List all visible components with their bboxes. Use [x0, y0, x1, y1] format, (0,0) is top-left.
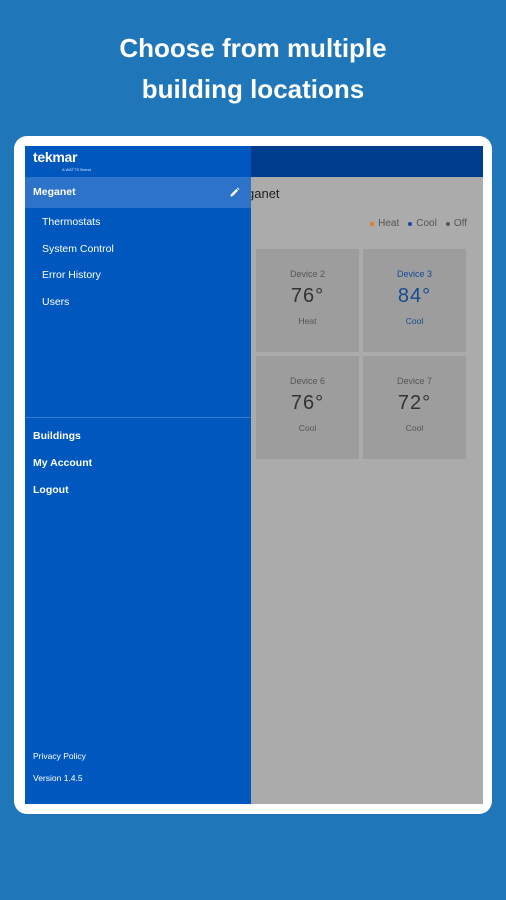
- legend-off: Off: [445, 218, 467, 229]
- nav-item-users[interactable]: Users: [42, 296, 69, 308]
- device-mode: Cool: [405, 423, 424, 433]
- current-site-row[interactable]: Meganet: [25, 177, 251, 208]
- device-temperature: 76°: [290, 392, 325, 414]
- device-mode: Heat: [298, 316, 317, 326]
- legend-heat: Heat: [370, 218, 399, 229]
- headline: Choose from multiple building locations: [0, 28, 506, 110]
- privacy-policy-link[interactable]: Privacy Policy: [33, 751, 86, 761]
- device-temperature: 84°: [397, 285, 432, 307]
- app-screen: ganet Heat Cool Off Device 2 76° Heat De…: [25, 146, 483, 804]
- heat-dot-icon: [370, 221, 375, 226]
- brand-tagline: A WATTS Brand: [62, 167, 91, 172]
- nav-item-my-account[interactable]: My Account: [33, 457, 92, 469]
- tekmar-logo: tekmar: [33, 149, 78, 165]
- legend-cool: Cool: [408, 218, 437, 229]
- device-temperature: 72°: [397, 392, 432, 414]
- device-name: Device 6: [289, 376, 325, 386]
- background-building-title: ganet: [247, 186, 280, 201]
- pencil-icon[interactable]: [229, 187, 240, 198]
- device-card[interactable]: Device 2 76° Heat: [256, 249, 359, 352]
- nav-item-thermostats[interactable]: Thermostats: [42, 216, 100, 228]
- nav-item-buildings[interactable]: Buildings: [33, 430, 81, 442]
- device-name: Device 7: [396, 376, 432, 386]
- legend-heat-label: Heat: [378, 218, 400, 229]
- headline-line-2: building locations: [141, 74, 365, 104]
- drawer-divider: [25, 417, 251, 418]
- legend-off-label: Off: [453, 218, 467, 229]
- nav-item-system-control[interactable]: System Control: [42, 243, 114, 255]
- off-dot-icon: [445, 221, 450, 226]
- site-name: Meganet: [33, 186, 76, 198]
- nav-item-error-history[interactable]: Error History: [42, 269, 101, 281]
- device-mode: Cool: [405, 316, 424, 326]
- device-card[interactable]: Device 6 76° Cool: [256, 356, 359, 459]
- device-card[interactable]: Device 7 72° Cool: [363, 356, 466, 459]
- headline-line-1: Choose from multiple: [119, 33, 387, 63]
- device-mode: Cool: [298, 423, 317, 433]
- version-label: Version 1.4.5: [33, 773, 83, 783]
- device-name: Device 2: [289, 269, 325, 279]
- status-legend: Heat Cool Off: [370, 218, 467, 229]
- navigation-drawer: tekmar A WATTS Brand Meganet Thermostats…: [25, 146, 251, 804]
- device-name: Device 3: [396, 269, 432, 279]
- cool-dot-icon: [408, 221, 413, 226]
- device-temperature: 76°: [290, 285, 325, 307]
- nav-item-logout[interactable]: Logout: [33, 484, 69, 496]
- legend-cool-label: Cool: [416, 218, 437, 229]
- device-card[interactable]: Device 3 84° Cool: [363, 249, 466, 352]
